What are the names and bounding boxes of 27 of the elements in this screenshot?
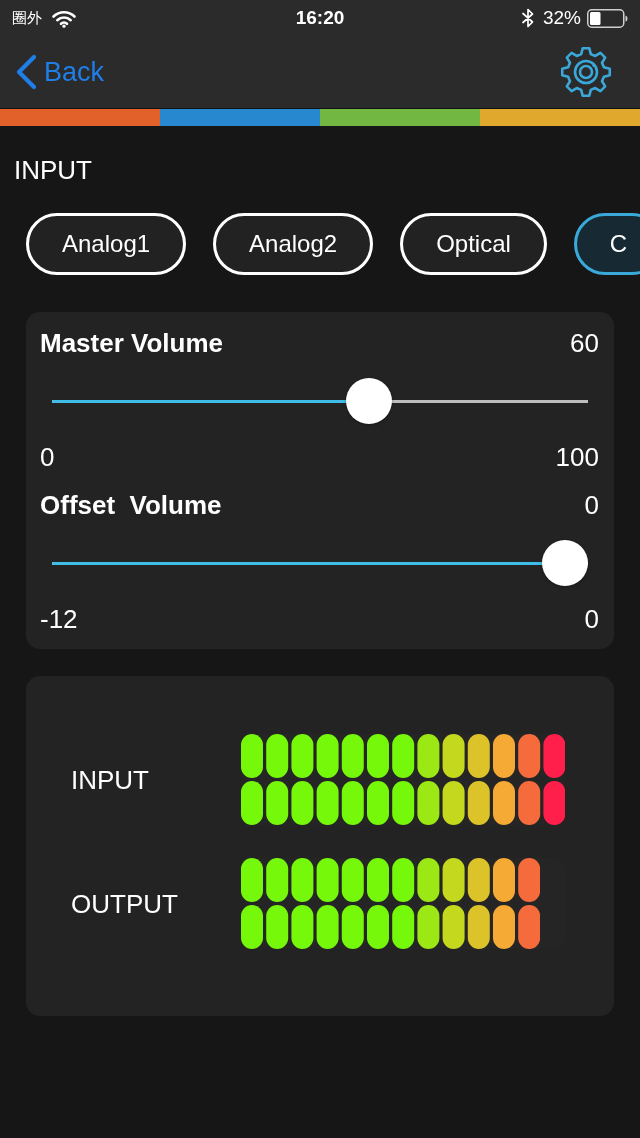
meter-label: OUTPUT <box>71 888 178 919</box>
input-source-tab[interactable]: C <box>573 213 640 275</box>
back-button[interactable]: Back <box>14 54 105 90</box>
slider-label: Master Volume <box>40 328 223 358</box>
bluetooth-icon <box>520 8 535 28</box>
section-title: INPUT <box>14 155 92 185</box>
settings-icon <box>560 46 612 98</box>
clock-time: 16:20 <box>295 7 345 29</box>
slider-label: Offset Volume <box>40 490 222 520</box>
settings-button[interactable] <box>560 46 612 98</box>
meter-label: INPUT <box>71 764 149 795</box>
slider-value: 60 <box>570 328 599 358</box>
carrier-text: 圈外 <box>12 9 42 27</box>
wifi-icon <box>51 8 77 28</box>
slider-value: 0 <box>584 490 599 520</box>
slider-min-label: -12 <box>40 604 78 634</box>
slider-max-label: 0 <box>584 604 599 634</box>
slider-max-label: 100 <box>555 442 599 472</box>
slider-min-label: 0 <box>40 442 55 472</box>
slider-thumb[interactable] <box>346 378 392 424</box>
chevron-left-icon <box>14 54 38 90</box>
input-source-tab[interactable]: Analog2 <box>213 213 374 275</box>
slider-thumb[interactable] <box>542 540 588 586</box>
battery-percent: 32% <box>542 7 581 29</box>
input-source-tab[interactable]: Optical <box>400 213 547 275</box>
input-source-tab[interactable]: Analog1 <box>26 213 187 275</box>
battery-icon <box>587 8 628 28</box>
